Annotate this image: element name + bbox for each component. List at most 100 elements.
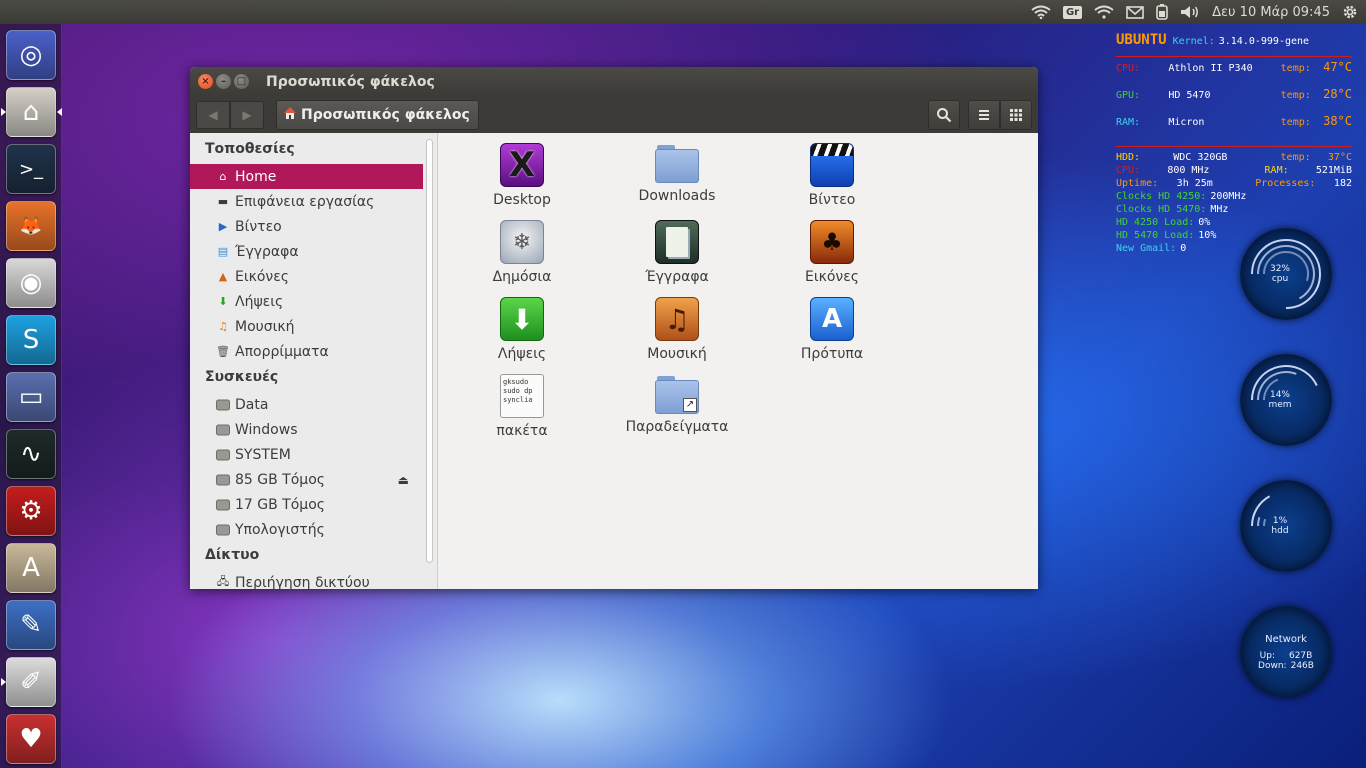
- file-item-music[interactable]: ♫ Μουσική: [612, 297, 742, 362]
- file-label: Downloads: [638, 188, 716, 204]
- conky-clocks5470-value: MHz: [1210, 204, 1229, 215]
- sidebar-device-item[interactable]: 85 GB Τόμος ⏏: [190, 467, 437, 492]
- file-item-documents[interactable]: Έγγραφα: [612, 220, 742, 285]
- file-item-public[interactable]: ❄ Δημόσια: [457, 220, 587, 285]
- grid-view-button[interactable]: [1000, 99, 1032, 130]
- maximize-button[interactable]: □: [234, 74, 249, 89]
- toolbar: ◀ ▶ Προσωπικός φάκελος: [190, 96, 1038, 133]
- file-item-script[interactable]: gksudo sudo dp synclia πακέτα: [457, 374, 587, 439]
- launcher-item-software-updater[interactable]: A: [6, 543, 56, 593]
- file-label: Παραδείγματα: [625, 419, 729, 435]
- launcher-item-home-folder[interactable]: ⌂: [6, 87, 56, 137]
- launcher-item-skype[interactable]: S: [6, 315, 56, 365]
- launcher-running-indicator: [57, 108, 62, 116]
- sidebar-item-label: Λήψεις: [235, 293, 284, 310]
- launcher-item-software-center-red[interactable]: ⚙: [6, 486, 56, 536]
- launcher-item-text-editor[interactable]: ✐: [6, 657, 56, 707]
- mail-icon[interactable]: [1126, 0, 1144, 24]
- forward-button[interactable]: ▶: [230, 100, 264, 129]
- gauge-label: mem: [1268, 400, 1292, 410]
- gauge-hdd: 1% hdd: [1240, 480, 1332, 572]
- file-item-pictures[interactable]: ♣ Εικόνες: [767, 220, 897, 285]
- sidebar-item-video[interactable]: ▶ Βίντεο: [190, 214, 437, 239]
- clock[interactable]: Δευ 10 Μάρ 09:45: [1212, 0, 1330, 24]
- conky-clocks4250-label: Clocks HD 4250:: [1116, 191, 1207, 202]
- file-item-video[interactable]: Βίντεο: [767, 143, 897, 208]
- drive-icon: [216, 498, 230, 512]
- eject-icon[interactable]: ⏏: [398, 473, 409, 487]
- launcher-item-chrome[interactable]: ◉: [6, 258, 56, 308]
- sidebar-item-network-browse[interactable]: 🖧 Περιήγηση δικτύου: [190, 570, 437, 590]
- launcher-item-firefox[interactable]: 🦊: [6, 201, 56, 251]
- launcher-item-system-monitor[interactable]: ∿: [6, 429, 56, 479]
- back-button[interactable]: ◀: [196, 100, 230, 129]
- volume-icon[interactable]: [1180, 0, 1200, 24]
- file-item-folder-link[interactable]: ↗ Παραδείγματα: [612, 374, 742, 435]
- video-icon: [810, 143, 854, 187]
- places-header: Τοποθεσίες: [205, 141, 295, 157]
- sidebar-device-item[interactable]: Windows: [190, 417, 437, 442]
- window-titlebar[interactable]: × – □ Προσωπικός φάκελος: [190, 67, 1038, 96]
- launcher-item-disks[interactable]: ▭: [6, 372, 56, 422]
- search-button[interactable]: [928, 99, 960, 130]
- home-icon: ⌂: [219, 170, 227, 183]
- file-item-downloads[interactable]: ⬇ Λήψεις: [457, 297, 587, 362]
- sidebar-item-trash[interactable]: 🗑 Απορρίμματα: [190, 339, 437, 364]
- sidebar-item-desktop-folder[interactable]: ▬ Επιφάνεια εργασίας: [190, 189, 437, 214]
- sidebar-item-label: SYSTEM: [235, 446, 291, 463]
- sidebar-device-item[interactable]: Υπολογιστής: [190, 517, 437, 542]
- script-preview-text: gksudo sudo dp synclia: [503, 378, 533, 404]
- script-icon: gksudo sudo dp synclia: [500, 374, 544, 418]
- sidebar-item-documents[interactable]: ▤ Έγγραφα: [190, 239, 437, 264]
- gauge-cpu: 32% cpu: [1240, 228, 1332, 320]
- keyboard-layout-indicator[interactable]: Gr: [1062, 0, 1083, 24]
- file-item-folder[interactable]: Downloads: [612, 143, 742, 204]
- conky-cpu-temp-label: temp:: [1280, 63, 1311, 74]
- downloads-icon: ⬇: [218, 295, 228, 308]
- launcher-item-tool-app[interactable]: ✎: [6, 600, 56, 650]
- pictures-icon: ♣: [810, 220, 854, 264]
- minimize-button[interactable]: –: [216, 74, 231, 89]
- folder-icon: [655, 143, 699, 183]
- sidebar-item-pictures[interactable]: ▲ Εικόνες: [190, 264, 437, 289]
- gauge-value: 32%: [1269, 264, 1290, 274]
- sidebar-item-music[interactable]: ♫ Μουσική: [190, 314, 437, 339]
- network-down-value: 246B: [1290, 660, 1314, 671]
- launcher-item-terminal[interactable]: >_: [6, 144, 56, 194]
- file-label: Desktop: [493, 192, 551, 208]
- drive-icon: [216, 398, 230, 412]
- close-button[interactable]: ×: [198, 74, 213, 89]
- conky-gmail-label: New Gmail:: [1116, 243, 1177, 254]
- file-item-desktop[interactable]: X Desktop: [457, 143, 587, 208]
- session-gear-icon[interactable]: [1342, 0, 1358, 24]
- sidebar-item-downloads[interactable]: ⬇ Λήψεις: [190, 289, 437, 314]
- launcher-item-ubuntu-dash[interactable]: ◎: [6, 30, 56, 80]
- sidebar-device-item[interactable]: Data: [190, 392, 437, 417]
- sidebar-device-item[interactable]: SYSTEM: [190, 442, 437, 467]
- file-item-templates[interactable]: A Πρότυπα: [767, 297, 897, 362]
- drive-icon: [216, 448, 230, 462]
- documents-icon: ▤: [217, 245, 229, 258]
- templates-icon: A: [810, 297, 854, 341]
- conky-cpu-temp: 47°C: [1323, 60, 1352, 74]
- gauge-label: cpu: [1271, 274, 1289, 284]
- launcher-item-cards-game[interactable]: ♥: [6, 714, 56, 764]
- sidebar-item-home[interactable]: ⌂ Home: [190, 164, 423, 189]
- grid-view-icon: [1010, 108, 1022, 121]
- conky-cpu-label: CPU:: [1116, 63, 1141, 74]
- wifi-icon[interactable]: [1031, 0, 1051, 24]
- conky-divider: [1116, 146, 1352, 147]
- list-view-button[interactable]: [968, 99, 1000, 130]
- network-up-value: 627B: [1288, 650, 1313, 661]
- list-view-icon: [979, 109, 989, 120]
- sidebar-scrollbar[interactable]: [426, 139, 433, 563]
- network-icon[interactable]: [1094, 0, 1114, 24]
- sidebar-device-item[interactable]: 17 GB Τόμος: [190, 492, 437, 517]
- breadcrumb-home[interactable]: Προσωπικός φάκελος: [276, 99, 479, 130]
- downloads-icon: ⬇: [500, 297, 544, 341]
- software-updater-icon: A: [22, 553, 40, 583]
- conky-ram-label: RAM:: [1116, 117, 1141, 128]
- keyboard-layout-label: Gr: [1062, 5, 1083, 19]
- battery-icon[interactable]: [1156, 0, 1168, 24]
- gauge-mem: 14% mem: [1240, 354, 1332, 446]
